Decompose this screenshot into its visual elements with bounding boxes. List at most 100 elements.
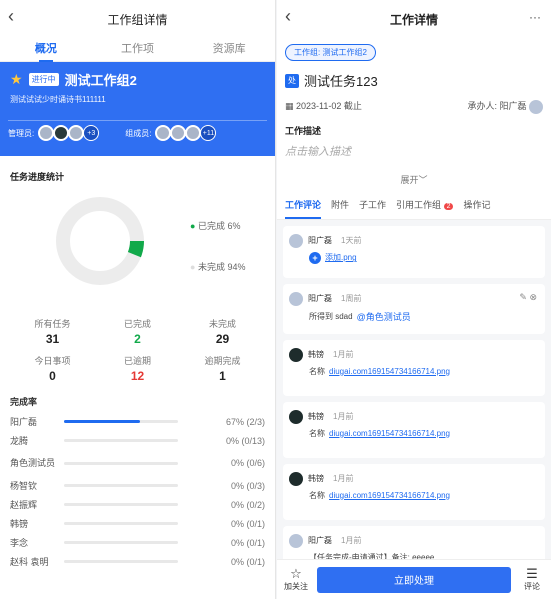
task-meta: ▦ 2023-11-02 截止 承办人: 阳广磊	[277, 90, 551, 114]
comment-text: 所得到 sdad	[309, 311, 353, 321]
group-description: 测试试试少时诵诗书111111	[10, 95, 106, 104]
rate-row: 韩镑 0% (0/1)	[0, 514, 275, 533]
rate-name: 阳广磊	[10, 416, 38, 427]
tab-resources[interactable]: 资源库	[183, 38, 275, 61]
rate-bar	[64, 541, 178, 544]
member-row: 管理员: +3 组成员: +11	[8, 125, 267, 141]
desc-input[interactable]: 点击输入描述	[277, 137, 551, 167]
rate-bar-fill	[64, 420, 141, 423]
rate-row: 龙腾 0% (0/13)	[0, 431, 275, 450]
comment-time: 1周前	[341, 294, 362, 304]
tab-overview[interactable]: 概况	[0, 38, 92, 62]
delete-icon[interactable]: ⊗	[529, 292, 537, 302]
due-date[interactable]: ▦ 2023-11-02 截止	[285, 99, 362, 114]
stat-undone[interactable]: 未完成 29	[180, 317, 265, 346]
stat-overdue-done[interactable]: 逾期完成 1	[180, 354, 265, 383]
rate-bar	[64, 522, 178, 525]
status-badge: 进行中	[28, 73, 59, 86]
due-text: 2023-11-02 截止	[296, 101, 362, 111]
comment-user: 韩镑	[308, 474, 324, 484]
more-icon[interactable]: ···	[529, 10, 541, 24]
task-name: 测试任务123	[304, 74, 378, 89]
right-header: ‹ 工作详情 ···	[277, 0, 551, 38]
task-name-row: 处 测试任务123	[277, 61, 551, 90]
file-link[interactable]: diugai.com169154734166714.png	[329, 429, 450, 438]
avatar[interactable]	[38, 125, 55, 141]
avatar	[289, 471, 303, 486]
task-header-area: ‹ 工作详情 ··· 工作组: 测试工作组2 处 测试任务123 ▦ 2023-…	[277, 0, 551, 220]
expand-button[interactable]: 展开﹀	[277, 167, 551, 192]
stat-done[interactable]: 已完成 2	[95, 317, 180, 346]
avatar[interactable]	[170, 125, 187, 141]
file-link[interactable]: diugai.com169154734166714.png	[329, 367, 450, 376]
avatar[interactable]	[155, 125, 172, 141]
file-link[interactable]: diugai.com169154734166714.png	[329, 491, 450, 500]
plus-icon: +	[309, 251, 321, 264]
avatar	[289, 291, 303, 306]
group-pill[interactable]: 工作组: 测试工作组2	[285, 44, 376, 61]
rate-row: 角色测试员 0% (0/6)	[0, 450, 275, 476]
calendar-icon: ▦	[285, 101, 294, 111]
tab-comments[interactable]: 工作评论	[285, 198, 322, 219]
avatar[interactable]	[53, 125, 70, 141]
group-banner: ★ 进行中 测试工作组2 测试试试少时诵诗书111111 管理员: +3 组成员…	[0, 62, 275, 156]
comment-icon: ☰	[526, 566, 538, 581]
rate-bar	[64, 484, 178, 487]
comment-user: 阳广磊	[308, 236, 332, 246]
avatar[interactable]	[68, 125, 85, 141]
tab-ref-groups[interactable]: 引用工作组 2	[396, 198, 454, 219]
left-header: ‹ 工作组详情	[0, 0, 275, 38]
rate-row: 赵振辉 0% (0/2)	[0, 495, 275, 514]
mention-link[interactable]: @角色测试员	[357, 310, 411, 323]
group-tabs: 概况 工作项 资源库	[0, 38, 275, 62]
chevron-down-icon: ﹀	[418, 174, 428, 185]
managers-label: 管理员:	[8, 128, 35, 138]
process-button[interactable]: 立即处理	[317, 566, 511, 593]
stat-label: 逾期完成	[204, 356, 241, 366]
stat-today[interactable]: 今日事项 0	[10, 354, 95, 383]
star-icon[interactable]: ★	[10, 71, 23, 88]
attachment-link[interactable]: 添加.png	[325, 252, 357, 263]
tab-work-items[interactable]: 工作项	[92, 38, 184, 61]
assignee-text: 承办人: 阳广磊	[467, 101, 527, 111]
stat-value: 1	[219, 369, 226, 383]
donut-undone	[56, 197, 144, 285]
rate-name: 韩镑	[10, 518, 29, 529]
tab-oplog[interactable]: 操作记	[463, 198, 490, 219]
action-bar: ☆ 加关注 立即处理 ☰ 评论	[277, 559, 551, 599]
comment-button[interactable]: ☰ 评论	[519, 567, 545, 592]
comment-card: 阳广磊 1天前 + 添加.png	[283, 225, 545, 278]
comment-user: 韩镑	[308, 350, 324, 360]
file-prefix: 名称	[309, 428, 325, 438]
assignee[interactable]: 承办人: 阳广磊	[467, 99, 543, 114]
managers-count[interactable]: +3	[83, 125, 100, 141]
tab-subtasks[interactable]: 子工作	[359, 198, 386, 219]
rate-name: 李念	[10, 537, 29, 548]
stat-all[interactable]: 所有任务 31	[10, 317, 95, 346]
edit-icon[interactable]: ✎	[519, 292, 527, 302]
back-icon[interactable]: ‹	[285, 6, 291, 27]
priority-badge: 处	[285, 73, 299, 88]
stat-label: 已逾期	[123, 356, 151, 366]
members-count[interactable]: +11	[200, 125, 217, 141]
back-icon[interactable]: ‹	[8, 6, 14, 27]
rate-title: 完成率	[10, 397, 38, 407]
follow-button[interactable]: ☆ 加关注	[283, 567, 309, 592]
stat-overdue[interactable]: 已逾期 12	[95, 354, 180, 383]
rate-pct: 0% (0/3)	[230, 480, 265, 491]
comment-card: 韩镑 1月前 名称 diugai.com169154734166714.png	[283, 463, 545, 520]
tab-attachments[interactable]: 附件	[331, 198, 349, 219]
members-label: 组成员:	[125, 128, 152, 138]
group-name: 测试工作组2	[64, 73, 137, 88]
comment-time: 1月前	[333, 412, 354, 422]
comment-time: 1月前	[333, 350, 354, 360]
rate-bar	[64, 503, 178, 506]
comment-actions: ✎ ⊗	[519, 292, 537, 303]
rate-bar	[64, 420, 178, 423]
stat-value: 2	[134, 332, 141, 346]
rate-list: 阳广磊 67% (2/3) 龙腾 0% (0/13) 角色测试员 0% (0/6) 杨…	[0, 412, 275, 571]
stat-label: 已完成	[123, 319, 151, 329]
avatar[interactable]	[185, 125, 202, 141]
rate-pct: 0% (0/13)	[225, 435, 265, 446]
rate-pct: 0% (0/1)	[230, 556, 265, 567]
